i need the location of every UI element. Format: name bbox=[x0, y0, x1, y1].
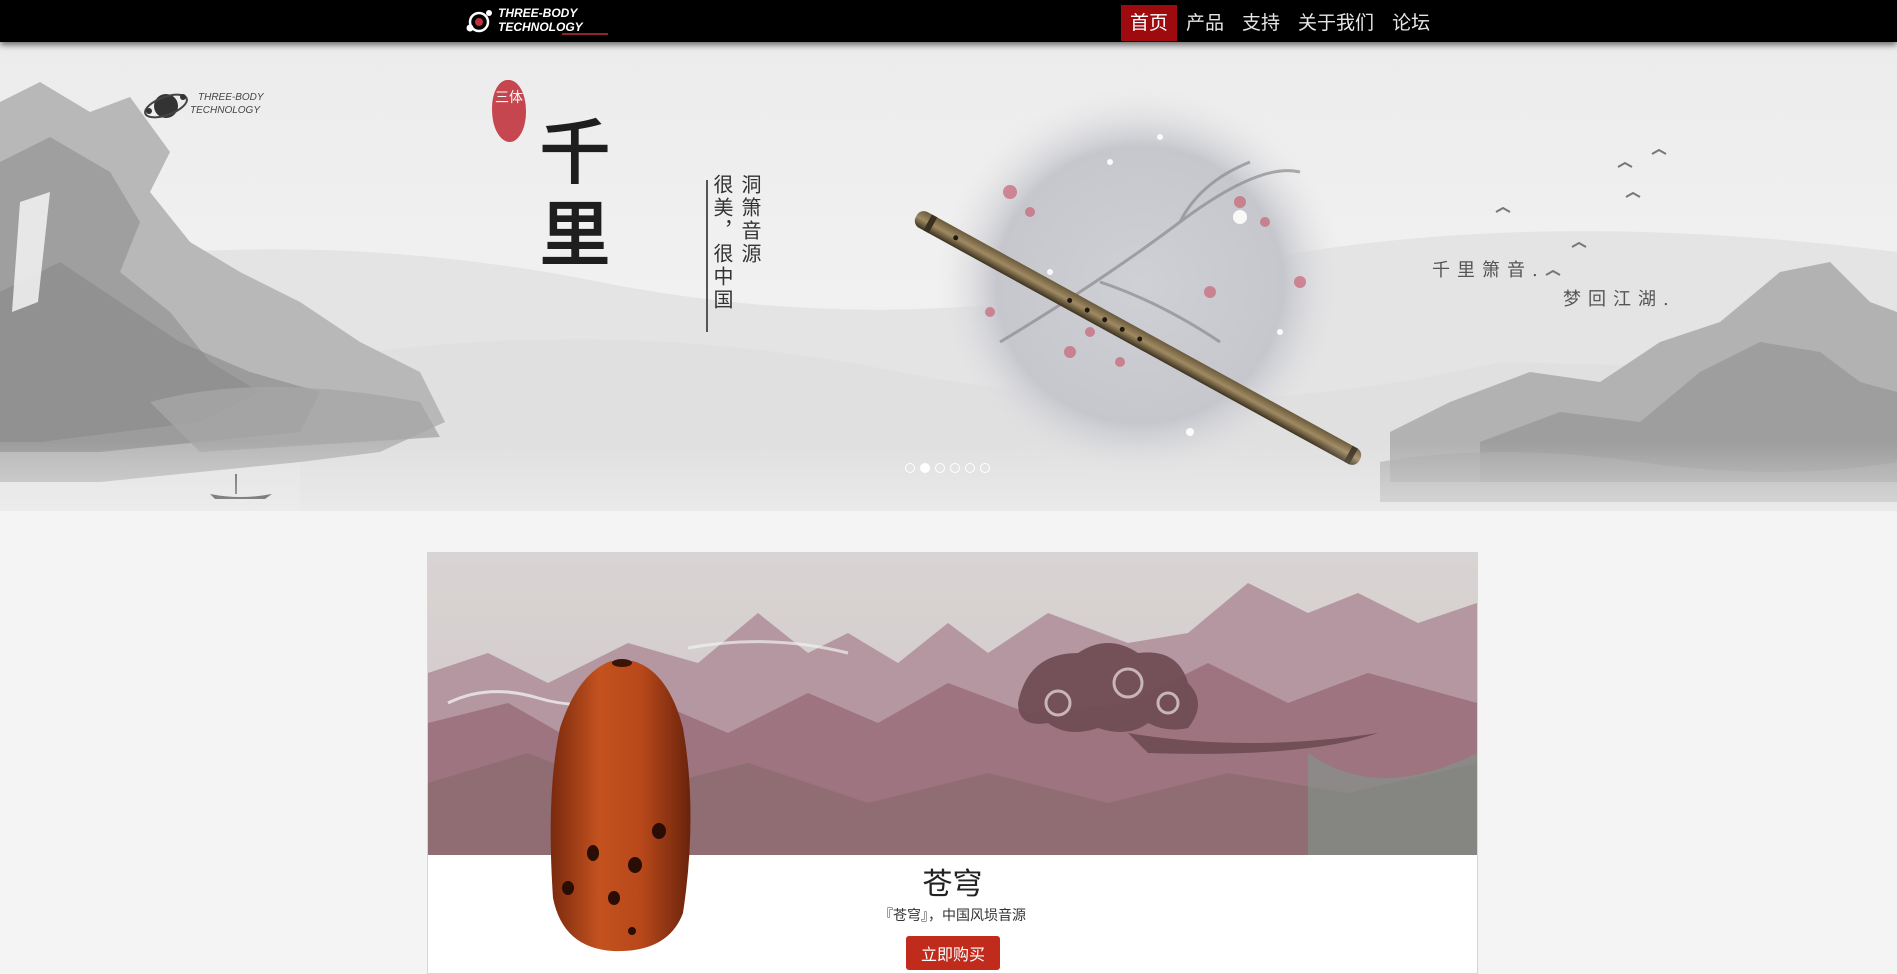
banner-slogan-line1: 千里箫音. bbox=[1432, 260, 1545, 281]
carousel-indicators bbox=[905, 463, 990, 473]
brand-line2: TECHNOLOGY bbox=[498, 20, 584, 34]
top-navbar: THREE-BODY TECHNOLOGY 首页 产品 支持 关于我们 论坛 bbox=[0, 0, 1897, 42]
nav-forum[interactable]: 论坛 bbox=[1383, 5, 1439, 41]
brand-logo[interactable]: THREE-BODY TECHNOLOGY bbox=[462, 2, 612, 36]
carousel-dot-2[interactable] bbox=[920, 463, 930, 473]
carousel-dot-4[interactable] bbox=[950, 463, 960, 473]
red-seal-stamp: 三体 bbox=[492, 80, 526, 142]
nav-home[interactable]: 首页 bbox=[1121, 5, 1178, 41]
nav-support[interactable]: 支持 bbox=[1233, 5, 1289, 41]
brand-line1: THREE-BODY bbox=[498, 6, 578, 20]
hero-banner[interactable]: THREE-BODY TECHNOLOGY 三体 千 里 洞箫音源 很美，很中国… bbox=[0, 42, 1897, 511]
banner-vertical-subtitle-right: 洞箫音源 bbox=[738, 174, 762, 266]
banner-brand-line1: THREE-BODY bbox=[198, 92, 265, 103]
banner-title: 千 里 bbox=[535, 112, 615, 276]
carousel-dot-1[interactable] bbox=[905, 463, 915, 473]
nav-products[interactable]: 产品 bbox=[1177, 5, 1233, 41]
banner-brand-logo: THREE-BODY TECHNOLOGY bbox=[144, 92, 265, 119]
carousel-dot-6[interactable] bbox=[980, 463, 990, 473]
banner-artwork bbox=[0, 82, 1897, 511]
product-card: 苍穹 『苍穹』，中国风埙音源 立即购买 bbox=[427, 552, 1478, 974]
banner-brand-line2: TECHNOLOGY bbox=[190, 105, 261, 116]
banner-slogan-line2: 梦回江湖. bbox=[1563, 289, 1676, 310]
banner-title-char-1: 千 bbox=[540, 111, 610, 194]
main-nav: 首页 产品 支持 关于我们 论坛 bbox=[1121, 5, 1439, 41]
product-name: 苍穹 bbox=[922, 867, 983, 902]
banner-title-char-2: 里 bbox=[540, 193, 610, 276]
carousel-dot-3[interactable] bbox=[935, 463, 945, 473]
product-description: 『苍穹』，中国风埙音源 bbox=[879, 908, 1026, 924]
nav-about[interactable]: 关于我们 bbox=[1289, 5, 1383, 41]
banner-vertical-subtitle-left: 很美，很中国 bbox=[710, 174, 734, 312]
buy-now-button[interactable]: 立即购买 bbox=[906, 936, 1000, 970]
carousel-dot-5[interactable] bbox=[965, 463, 975, 473]
